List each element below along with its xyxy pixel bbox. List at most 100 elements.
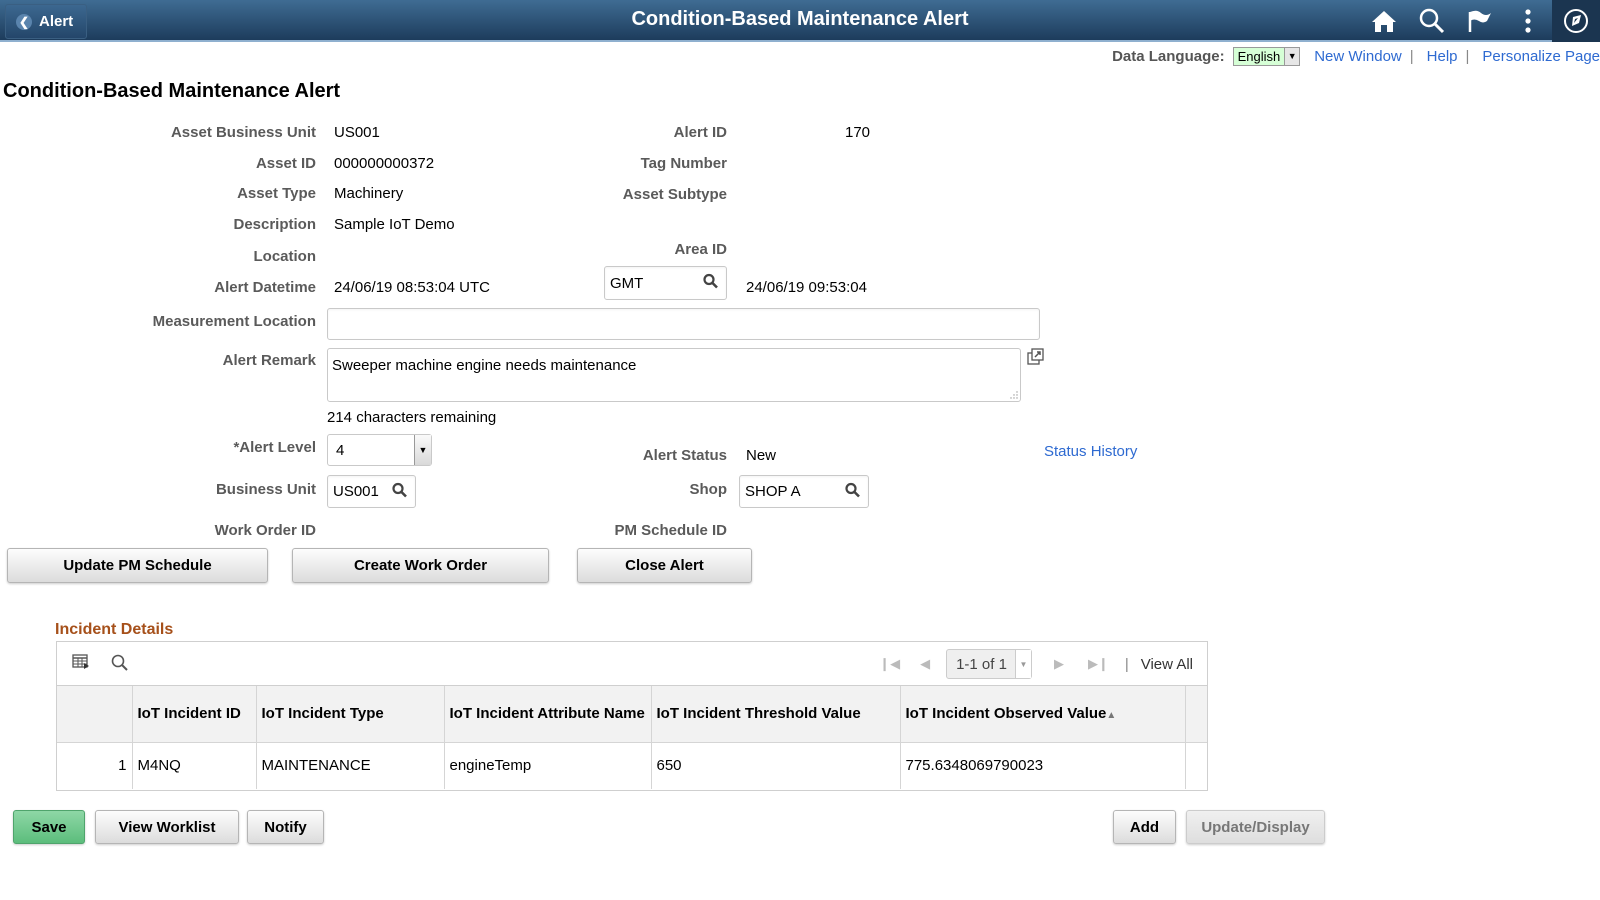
description-label: Description <box>233 216 316 233</box>
chevron-down-icon: ▼ <box>1014 650 1031 678</box>
view-all-link[interactable]: View All <box>1141 656 1193 673</box>
page-range-select[interactable]: 1-1 of 1 ▼ <box>946 649 1032 679</box>
search-icon <box>1419 8 1445 34</box>
search-icon <box>392 482 407 497</box>
business-unit-lookup-button[interactable] <box>392 482 407 501</box>
cell-observed-value: 775.6348069790023 <box>900 742 1186 789</box>
business-unit-input[interactable]: US001 <box>327 475 416 508</box>
find-in-grid-button[interactable] <box>111 654 128 676</box>
tag-number-label: Tag Number <box>640 155 727 172</box>
alert-level-value: 4 <box>336 441 345 459</box>
shop-lookup-button[interactable] <box>845 482 860 501</box>
row-number: 1 <box>57 742 133 789</box>
asset-type-value: Machinery <box>334 185 404 202</box>
close-alert-button[interactable]: Close Alert <box>577 548 752 583</box>
column-header-observed-value[interactable]: IoT Incident Observed Value▲ <box>900 686 1186 743</box>
back-button[interactable]: ❮ Alert <box>5 4 87 39</box>
save-button[interactable]: Save <box>13 810 85 844</box>
pm-schedule-id-label: PM Schedule ID <box>614 522 727 539</box>
resize-handle-icon[interactable] <box>1010 391 1018 399</box>
business-unit-label: Business Unit <box>215 481 316 498</box>
first-page-icon[interactable]: ❙◀ <box>879 656 900 672</box>
notify-button[interactable]: Notify <box>247 810 324 844</box>
column-header-observed-value-label: IoT Incident Observed Value <box>905 705 1107 723</box>
incident-table: IoT Incident ID IoT Incident Type IoT In… <box>57 686 1207 789</box>
timezone-input[interactable]: GMT <box>604 266 727 300</box>
incident-details-grid: ❙◀ ◀ 1-1 of 1 ▼ ▶ ▶❙ | View All IoT Inci… <box>56 641 1208 791</box>
actions-menu-button[interactable] <box>1504 0 1552 42</box>
page-title: Condition-Based Maintenance Alert <box>3 80 341 102</box>
cell-incident-id: M4NQ <box>132 742 257 789</box>
chevron-down-icon: ▼ <box>414 435 431 465</box>
last-page-icon[interactable]: ▶❙ <box>1088 656 1109 672</box>
column-header-threshold-value[interactable]: IoT Incident Threshold Value <box>651 686 901 743</box>
next-page-icon[interactable]: ▶ <box>1054 656 1064 672</box>
cell-attribute-name: engineTemp <box>444 742 652 789</box>
home-button[interactable] <box>1360 0 1408 42</box>
asset-id-value: 000000000372 <box>334 155 435 172</box>
asset-business-unit-label: Asset Business Unit <box>170 124 316 141</box>
flag-icon <box>1468 10 1491 32</box>
shop-label: Shop <box>689 481 728 498</box>
grid-personalize-icon <box>72 654 89 669</box>
business-unit-value: US001 <box>333 483 379 500</box>
divider: | <box>1409 47 1414 65</box>
grid-toolbar: ❙◀ ◀ 1-1 of 1 ▼ ▶ ▶❙ | View All <box>57 642 1207 686</box>
divider: | <box>1124 655 1129 673</box>
create-work-order-button[interactable]: Create Work Order <box>292 548 549 583</box>
asset-id-label: Asset ID <box>255 155 316 172</box>
column-header-incident-type[interactable]: IoT Incident Type <box>256 686 445 743</box>
measurement-location-input[interactable] <box>327 308 1040 340</box>
alert-status-value: New <box>746 447 777 464</box>
personalize-grid-button[interactable] <box>72 654 90 675</box>
back-button-label: Alert <box>39 13 74 30</box>
help-link[interactable]: Help <box>1427 48 1458 65</box>
alert-status-label: Alert Status <box>642 447 727 464</box>
table-row: 1 M4NQ MAINTENANCE engineTemp 650 775.63… <box>57 742 1207 789</box>
data-language-label: Data Language: <box>1112 47 1225 65</box>
characters-remaining: 214 characters remaining <box>327 409 497 426</box>
personalize-page-link[interactable]: Personalize Page <box>1482 48 1600 65</box>
navbar-compass-icon <box>1564 9 1588 33</box>
cell-incident-type: MAINTENANCE <box>256 742 445 789</box>
location-label: Location <box>253 248 317 265</box>
table-header-row: IoT Incident ID IoT Incident Type IoT In… <box>57 686 1207 743</box>
column-header-incident-id[interactable]: IoT Incident ID <box>132 686 257 743</box>
update-pm-schedule-button[interactable]: Update PM Schedule <box>7 548 268 583</box>
global-search-button[interactable] <box>1408 0 1456 42</box>
asset-business-unit-value: US001 <box>334 124 380 141</box>
data-language-select[interactable]: English ▼ <box>1232 46 1301 66</box>
update-display-button[interactable]: Update/Display <box>1186 810 1325 844</box>
asset-subtype-label: Asset Subtype <box>622 186 727 203</box>
alert-remark-value: Sweeper machine engine needs maintenance <box>332 357 637 374</box>
cell-threshold-value: 650 <box>651 742 901 789</box>
new-window-link[interactable]: New Window <box>1314 48 1402 65</box>
search-icon <box>845 482 860 497</box>
shop-input[interactable]: SHOP A <box>739 475 869 508</box>
alert-remark-textarea[interactable]: Sweeper machine engine needs maintenance <box>327 348 1021 402</box>
expand-remark-button[interactable] <box>1027 348 1044 370</box>
notifications-button[interactable] <box>1456 0 1504 42</box>
timezone-lookup-button[interactable] <box>703 273 718 293</box>
previous-page-icon[interactable]: ◀ <box>920 656 930 672</box>
grid-pager: ❙◀ ◀ 1-1 of 1 ▼ ▶ ▶❙ | View All <box>863 649 1193 679</box>
data-language-value: English <box>1237 48 1281 64</box>
status-history-link[interactable]: Status History <box>1044 443 1137 460</box>
incident-details-title: Incident Details <box>55 621 174 638</box>
column-header-attribute-name[interactable]: IoT Incident Attribute Name <box>444 686 652 743</box>
expand-window-icon <box>1027 348 1044 365</box>
description-value: Sample IoT Demo <box>334 216 455 233</box>
view-worklist-button[interactable]: View Worklist <box>95 810 239 844</box>
search-icon <box>111 654 128 671</box>
divider: | <box>1465 47 1470 65</box>
timezone-value: GMT <box>610 274 644 292</box>
add-button[interactable]: Add <box>1113 810 1176 844</box>
alert-level-select[interactable]: 4 ▼ <box>327 434 432 466</box>
measurement-location-label: Measurement Location <box>152 313 316 330</box>
header-banner: ❮ Alert Condition-Based Maintenance Aler… <box>0 0 1600 42</box>
alert-id-value: 170 <box>845 124 871 141</box>
area-id-label: Area ID <box>674 241 727 258</box>
page-utility-bar: Data Language: English ▼ New Window | He… <box>1112 44 1600 68</box>
page-range-value: 1-1 of 1 <box>956 655 1007 673</box>
navbar-button[interactable] <box>1552 0 1600 42</box>
